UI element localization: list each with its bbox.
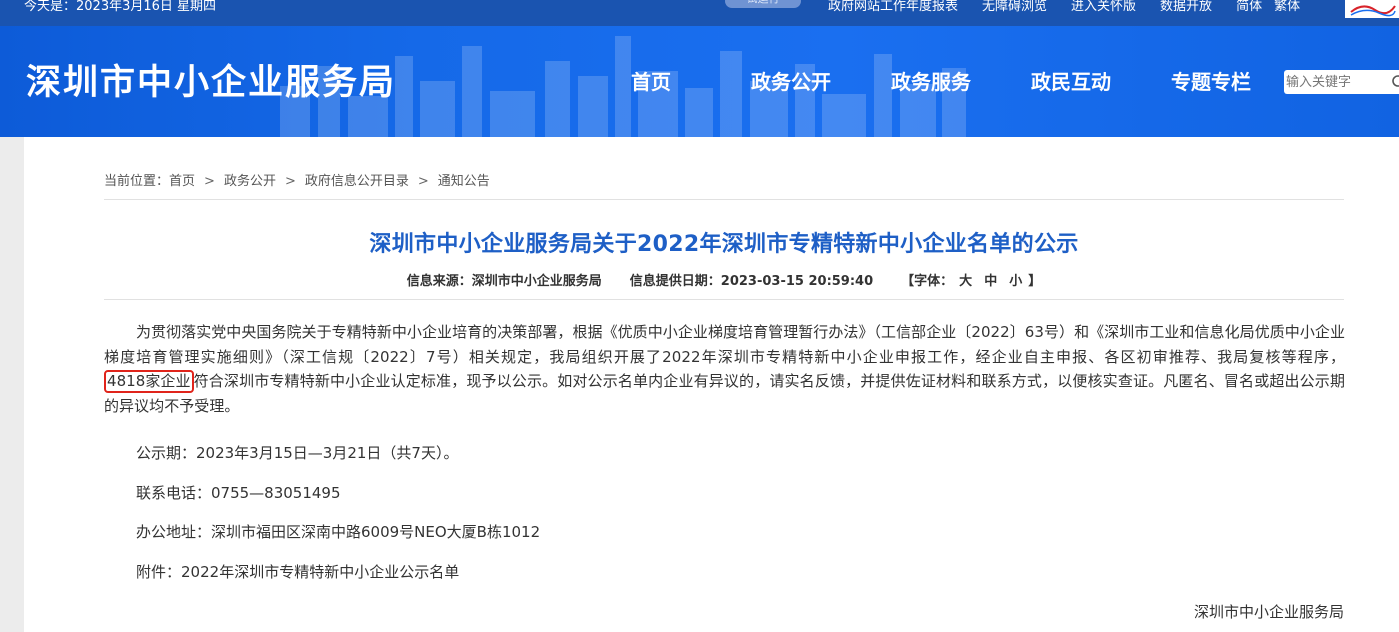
utility-links: 政府网站工作年度报表 无障碍浏览 进入关怀版 数据开放 简体 繁体 bbox=[828, 0, 1312, 13]
font-size-small[interactable]: 小 bbox=[1009, 274, 1022, 289]
simplified-chinese-link[interactable]: 简体 bbox=[1236, 0, 1262, 13]
breadcrumb-separator: > bbox=[284, 174, 296, 189]
article-title: 深圳市中小企业服务局关于2022年深圳市专精特新中小企业名单的公示 bbox=[369, 232, 1079, 257]
nav-home[interactable]: 首页 bbox=[631, 68, 671, 96]
attachment: 附件：2022年深圳市专精特新中小企业公示名单 bbox=[136, 561, 459, 582]
shenzhen-gov-logo[interactable] bbox=[1345, 0, 1399, 18]
breadcrumb-notices[interactable]: 通知公告 bbox=[438, 174, 490, 189]
accessibility-link[interactable]: 无障碍浏览 bbox=[982, 0, 1047, 13]
top-utility-bar: 今天是：2023年3月16日 星期四 试运行 政府网站工作年度报表 无障碍浏览 … bbox=[0, 0, 1399, 26]
highlighted-company-count: 4818家企业 bbox=[104, 370, 194, 394]
breadcrumb: 当前位置：首页 > 政务公开 > 政府信息公开目录 > 通知公告 bbox=[104, 170, 490, 189]
font-size-medium[interactable]: 中 bbox=[984, 274, 997, 289]
search-input[interactable] bbox=[1284, 70, 1394, 94]
attachment-label: 附件： bbox=[136, 563, 182, 581]
office-address: 办公地址：深圳市福田区深南中路6009号NEO大厦B栋1012 bbox=[136, 523, 541, 541]
contact-phone: 联系电话：0755—83051495 bbox=[136, 484, 341, 502]
trial-badge[interactable]: 试运行 bbox=[725, 0, 801, 8]
nav-special-topics[interactable]: 专题专栏 bbox=[1171, 68, 1251, 96]
site-header: 深圳市中小企业服务局 首页 政务公开 政务服务 政民互动 专题专栏 bbox=[0, 26, 1399, 137]
open-data-link[interactable]: 数据开放 bbox=[1160, 0, 1212, 13]
content-panel: 当前位置：首页 > 政务公开 > 政府信息公开目录 > 通知公告 深圳市中小企业服务局关于2… bbox=[24, 137, 1399, 632]
article-paragraph: 为贯彻落实党中央国务院关于专精特新中小企业培育的决策部署，根据《优质中小企业梯度… bbox=[104, 320, 1345, 418]
date-value: 2023-03-15 20:59:40 bbox=[720, 274, 874, 289]
nav-government-affairs-public[interactable]: 政务公开 bbox=[751, 68, 831, 96]
search-box bbox=[1284, 70, 1399, 94]
font-size-label: 【字体： bbox=[901, 274, 954, 289]
date-label: 信息提供日期： bbox=[629, 274, 721, 289]
breadcrumb-separator: > bbox=[417, 174, 429, 189]
site-title[interactable]: 深圳市中小企业服务局 bbox=[26, 62, 396, 104]
breadcrumb-info-catalog[interactable]: 政府信息公开目录 bbox=[305, 174, 409, 189]
care-version-link[interactable]: 进入关怀版 bbox=[1071, 0, 1136, 13]
divider bbox=[104, 199, 1344, 200]
attachment-link[interactable]: 2022年深圳市专精特新中小企业公示名单 bbox=[181, 563, 459, 581]
paragraph-text: 为贯彻落实党中央国务院关于专精特新中小企业培育的决策部署，根据《优质中小企业梯度… bbox=[104, 323, 1345, 366]
source-label: 信息来源： bbox=[406, 274, 472, 289]
publicity-period: 公示期：2023年3月15日—3月21日（共7天）。 bbox=[136, 444, 459, 462]
current-date: 今天是：2023年3月16日 星期四 bbox=[24, 0, 217, 14]
nav-government-services[interactable]: 政务服务 bbox=[891, 68, 971, 96]
font-size-large[interactable]: 大 bbox=[959, 274, 972, 289]
divider bbox=[104, 299, 1344, 300]
article-meta: 信息来源：深圳市中小企业服务局 信息提供日期：2023-03-15 20:59:4… bbox=[104, 270, 1344, 289]
paragraph-text: 符合深圳市专精特新中小企业认定标准，现予以公示。如对公示名单内企业有异议的，请实… bbox=[104, 372, 1345, 415]
breadcrumb-government-affairs-public[interactable]: 政务公开 bbox=[224, 174, 276, 189]
annual-report-link[interactable]: 政府网站工作年度报表 bbox=[828, 0, 958, 13]
breadcrumb-label: 当前位置： bbox=[104, 174, 170, 189]
article-body: 为贯彻落实党中央国务院关于专精特新中小企业培育的决策部署，根据《优质中小企业梯度… bbox=[104, 320, 1345, 418]
traditional-chinese-link[interactable]: 繁体 bbox=[1274, 0, 1300, 13]
search-icon[interactable] bbox=[1391, 74, 1399, 90]
breadcrumb-home[interactable]: 首页 bbox=[169, 174, 195, 189]
source-value: 深圳市中小企业服务局 bbox=[471, 274, 602, 289]
font-size-close: 】 bbox=[1028, 274, 1042, 289]
nav-public-interaction[interactable]: 政民互动 bbox=[1031, 68, 1111, 96]
breadcrumb-separator: > bbox=[204, 174, 215, 189]
signature: 深圳市中小企业服务局 bbox=[1193, 603, 1344, 621]
